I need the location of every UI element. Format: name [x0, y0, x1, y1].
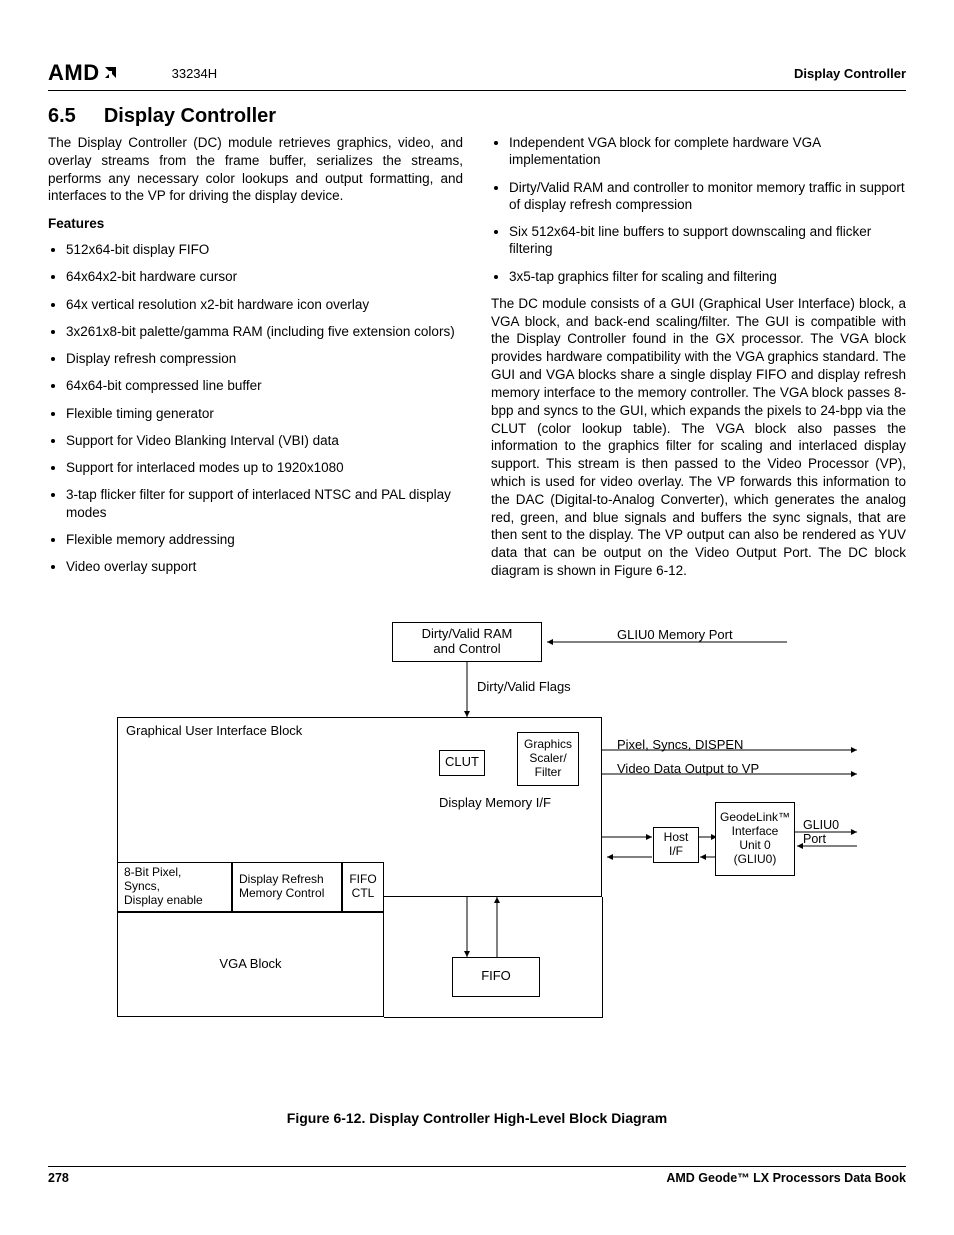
diagram-outline — [384, 897, 603, 1018]
list-item: 3x261x8-bit palette/gamma RAM (including… — [66, 323, 463, 340]
label-gliu0-memory-port: GLIU0 Memory Port — [617, 628, 733, 643]
list-item: 64x64x2-bit hardware cursor — [66, 268, 463, 285]
box-clut: CLUT — [439, 750, 485, 776]
list-item: Display refresh compression — [66, 350, 463, 367]
block-diagram: Dirty/Valid RAM and Control GLIU0 Memory… — [97, 622, 857, 1082]
label-dirty-valid-flags: Dirty/Valid Flags — [477, 680, 571, 695]
box-display-refresh-memory-control: Display Refresh Memory Control — [232, 862, 342, 912]
logo-arrow-icon — [102, 64, 124, 82]
figure-caption: Figure 6-12. Display Controller High-Lev… — [48, 1110, 906, 1126]
label-gui-block: Graphical User Interface Block — [126, 724, 302, 739]
label-pixel-syncs: Pixel, Syncs, DISPEN — [617, 738, 743, 753]
box-graphics-scaler-filter: Graphics Scaler/ Filter — [517, 732, 579, 786]
page-header: AMD 33234H Display Controller — [48, 60, 906, 91]
logo-text: AMD — [48, 60, 100, 86]
list-item: Support for Video Blanking Interval (VBI… — [66, 432, 463, 449]
header-right: Display Controller — [794, 66, 906, 81]
list-item: Six 512x64-bit line buffers to support d… — [509, 223, 906, 258]
section-heading: 6.5 Display Controller — [48, 105, 906, 128]
box-vga-block: VGA Block — [117, 912, 384, 1017]
list-item: 3-tap flicker filter for support of inte… — [66, 486, 463, 521]
list-item: Video overlay support — [66, 558, 463, 575]
doc-number: 33234H — [172, 66, 218, 81]
list-item: Flexible memory addressing — [66, 531, 463, 548]
content-columns: The Display Controller (DC) module retri… — [48, 134, 906, 590]
label-display-memory-if: Display Memory I/F — [439, 796, 551, 811]
list-item: Flexible timing generator — [66, 405, 463, 422]
diagram-container: Dirty/Valid RAM and Control GLIU0 Memory… — [48, 622, 906, 1126]
page: AMD 33234H Display Controller 6.5 Display… — [0, 0, 954, 1225]
section-title: Display Controller — [104, 105, 276, 127]
list-item: 64x vertical resolution x2-bit hardware … — [66, 296, 463, 313]
features-list-right: Independent VGA block for complete hardw… — [491, 134, 906, 285]
box-dirty-valid-ram: Dirty/Valid RAM and Control — [392, 622, 542, 662]
label-video-output: Video Data Output to VP — [617, 762, 759, 777]
intro-paragraph: The Display Controller (DC) module retri… — [48, 134, 463, 205]
box-fifo-ctl: FIFO CTL — [342, 862, 384, 912]
features-heading: Features — [48, 215, 463, 233]
amd-logo: AMD — [48, 60, 124, 86]
page-footer: 278 AMD Geode™ LX Processors Data Book — [48, 1166, 906, 1185]
box-host-if: Host I/F — [653, 827, 699, 863]
list-item: Dirty/Valid RAM and controller to monito… — [509, 179, 906, 214]
features-list-left: 512x64-bit display FIFO 64x64x2-bit hard… — [48, 241, 463, 575]
section-number: 6.5 — [48, 105, 76, 127]
list-item: 64x64-bit compressed line buffer — [66, 377, 463, 394]
left-column: The Display Controller (DC) module retri… — [48, 134, 463, 590]
label-gliu0-port: GLIU0 Port — [803, 818, 857, 847]
box-8bit-pixel: 8-Bit Pixel, Syncs, Display enable — [117, 862, 232, 912]
list-item: 512x64-bit display FIFO — [66, 241, 463, 258]
page-number: 278 — [48, 1171, 69, 1185]
box-geodelink: GeodeLink™ Interface Unit 0 (GLIU0) — [715, 802, 795, 876]
list-item: Support for interlaced modes up to 1920x… — [66, 459, 463, 476]
list-item: 3x5-tap graphics filter for scaling and … — [509, 268, 906, 285]
right-column: Independent VGA block for complete hardw… — [491, 134, 906, 590]
book-title: AMD Geode™ LX Processors Data Book — [666, 1171, 906, 1185]
body-paragraph: The DC module consists of a GUI (Graphic… — [491, 295, 906, 580]
list-item: Independent VGA block for complete hardw… — [509, 134, 906, 169]
